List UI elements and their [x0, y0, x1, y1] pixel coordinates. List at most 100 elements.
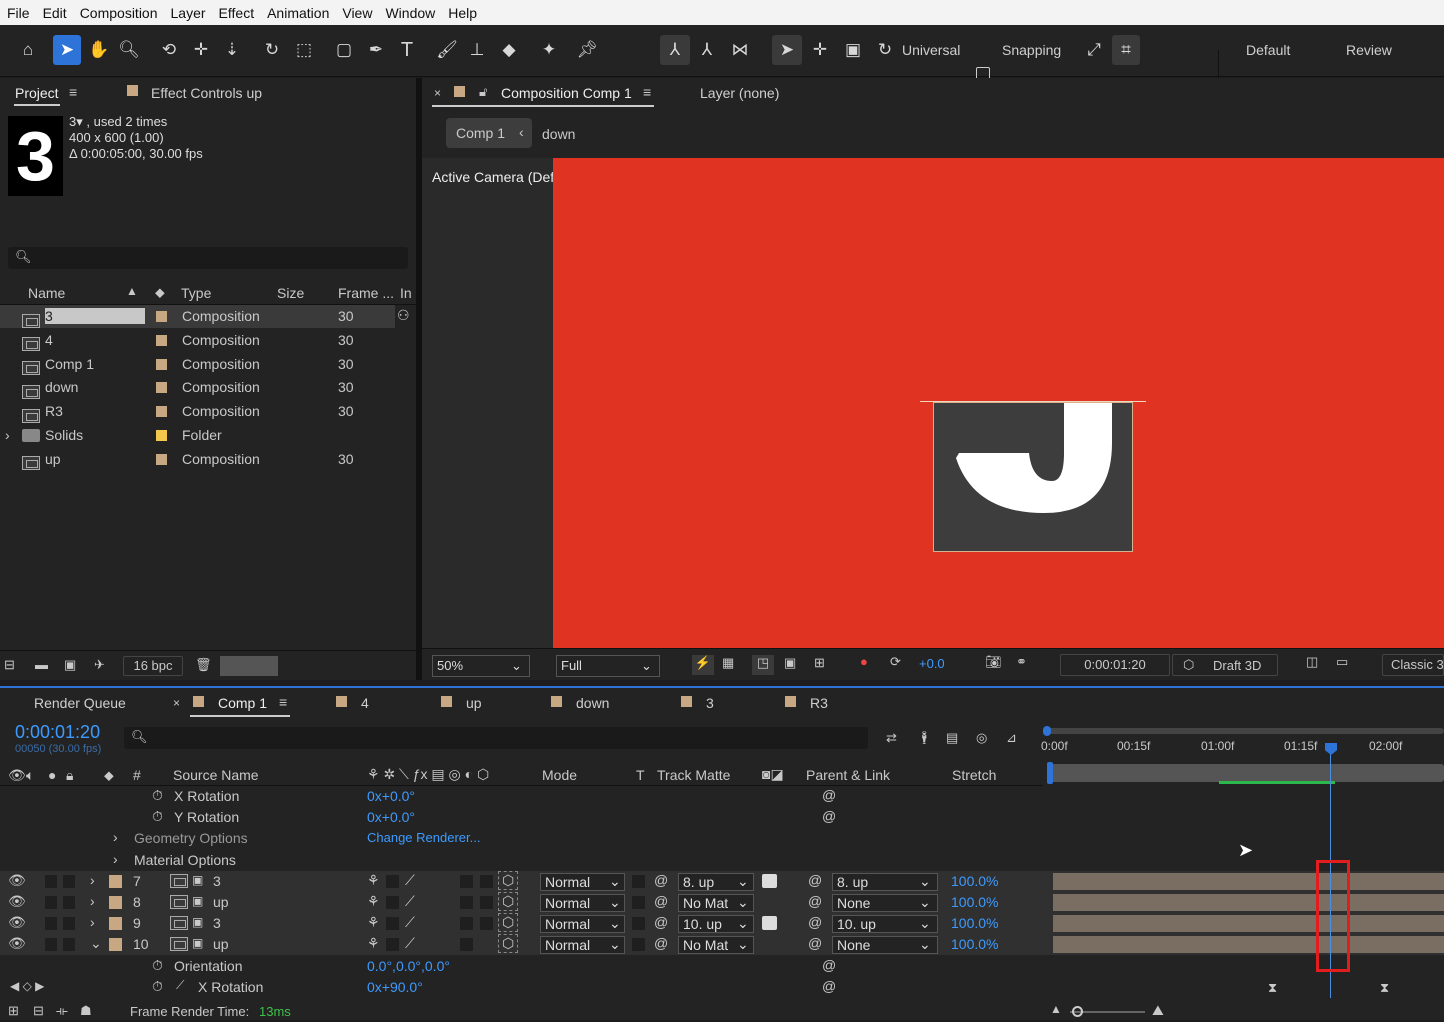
- renderer-dropdown[interactable]: Classic 3D: [1382, 654, 1444, 676]
- label-swatch[interactable]: [156, 453, 167, 465]
- mode-dropdown[interactable]: Normal ⌄: [540, 872, 625, 891]
- label-swatch[interactable]: [156, 358, 167, 370]
- shy-switch-icon[interactable]: ⚘: [367, 893, 380, 910]
- comp-usage-info[interactable]: 3▾ , used 2 times: [69, 114, 203, 130]
- quality-switch-icon[interactable]: ⟋: [405, 872, 415, 889]
- label-tag-icon[interactable]: ⬥: [155, 284, 165, 301]
- shy-switch-icon[interactable]: ⚘: [367, 935, 380, 952]
- preserve-transparency-box[interactable]: [632, 917, 645, 931]
- label-swatch[interactable]: [109, 938, 122, 952]
- lock-box[interactable]: [63, 938, 75, 952]
- property-value[interactable]: 0x+0.0°: [367, 809, 415, 825]
- col-stretch[interactable]: Stretch: [952, 767, 996, 783]
- layer-row[interactable]: 👁︎ › 8 ▣ up ⚘ ⟋ ⬡ Normal ⌄ @ No Mat ⌄ @ None ⌄ 100.0%: [0, 892, 1444, 913]
- layer-switches-toggle-icon[interactable]: ⊞: [8, 1003, 19, 1019]
- track-matte-dropdown[interactable]: 8. up ⌄: [678, 872, 754, 891]
- dolly-camera-icon[interactable]: ⇣: [218, 35, 246, 65]
- region-of-interest-icon[interactable]: ▣: [784, 655, 796, 671]
- snapshot-icon[interactable]: 📷︎: [985, 654, 1002, 670]
- collapse-switch[interactable]: [386, 917, 399, 931]
- comp-timecode[interactable]: 0:00:01:20: [1060, 654, 1170, 676]
- 3d-layer-icon[interactable]: ⬡: [498, 870, 519, 890]
- matte-toggle-icons[interactable]: ◙◪: [762, 766, 784, 783]
- layer-source-name[interactable]: up: [213, 894, 229, 910]
- zoom-out-icon[interactable]: ▲: [1050, 1002, 1062, 1016]
- zoom-tool-icon[interactable]: 🔍︎: [115, 35, 143, 65]
- roto-brush-icon[interactable]: ✦: [535, 35, 563, 65]
- keyframe-icon[interactable]: ⧗: [1380, 980, 1389, 996]
- 3d-layer-icon[interactable]: ⬡: [498, 913, 519, 933]
- interpret-footage-icon[interactable]: ⊟: [4, 657, 15, 673]
- collapse-switch[interactable]: [386, 896, 399, 909]
- mode-dropdown[interactable]: Normal ⌄: [540, 894, 625, 912]
- layer-source-name[interactable]: up: [213, 936, 229, 952]
- project-item[interactable]: 3 Composition 30 ⚇: [0, 305, 410, 328]
- motion-blur-switch[interactable]: [460, 874, 473, 888]
- label-swatch[interactable]: [156, 430, 167, 441]
- zoom-in-icon[interactable]: ⛰: [1152, 1002, 1164, 1019]
- stopwatch-icon[interactable]: ⏱︎: [152, 978, 163, 995]
- work-area-range-handle[interactable]: [1047, 762, 1053, 784]
- view-layout-icon[interactable]: ◫: [1306, 654, 1318, 670]
- solo-box[interactable]: [45, 896, 57, 909]
- parent-pickwhip-icon[interactable]: @: [808, 914, 822, 930]
- shy-layers-icon[interactable]: 🕴︎: [916, 730, 933, 746]
- zoom-dropdown[interactable]: 50% ⌄: [432, 655, 530, 677]
- menu-composition[interactable]: Composition: [73, 5, 164, 21]
- change-renderer-link[interactable]: Change Renderer...: [367, 830, 480, 845]
- layer-source-name[interactable]: 3: [213, 915, 221, 931]
- property-value[interactable]: 0x+0.0°: [367, 788, 415, 804]
- solo-icon[interactable]: ●: [48, 767, 56, 783]
- track-matte-dropdown[interactable]: No Mat ⌄: [678, 936, 754, 955]
- view-axis-icon[interactable]: ⋈: [726, 35, 754, 65]
- tab-4[interactable]: 4: [361, 695, 369, 711]
- current-time-display[interactable]: 0:00:01:20: [15, 722, 100, 743]
- parent-dropdown[interactable]: None ⌄: [832, 936, 938, 955]
- tab-layer[interactable]: Layer (none): [700, 85, 779, 101]
- breadcrumb-comp1[interactable]: Comp 1 ‹: [446, 118, 532, 148]
- label-swatch[interactable]: [109, 917, 122, 931]
- graph-editor-icon[interactable]: ⊿: [1006, 730, 1017, 746]
- tab-3[interactable]: 3: [706, 695, 714, 711]
- col-source-name[interactable]: Source Name: [173, 767, 259, 783]
- snap-grid-icon[interactable]: ⌗: [1112, 35, 1140, 65]
- collapse-transform-icon[interactable]: ▣: [192, 873, 203, 887]
- 3d-view-icon[interactable]: ▭: [1336, 654, 1348, 670]
- home-icon[interactable]: ⌂: [14, 35, 42, 65]
- collapse-transform-icon[interactable]: ▣: [192, 915, 203, 929]
- col-mode[interactable]: Mode: [542, 767, 577, 783]
- col-size[interactable]: Size: [277, 285, 304, 301]
- label-col-icon[interactable]: ⬥: [104, 767, 114, 784]
- chevron-right-icon[interactable]: ›: [90, 893, 95, 909]
- comp-mini-flowchart-icon[interactable]: ⇄: [886, 730, 897, 746]
- mode-dropdown[interactable]: Normal ⌄: [540, 915, 625, 934]
- chevron-right-icon[interactable]: ›: [5, 427, 10, 443]
- stretch-value[interactable]: 100.0%: [951, 894, 998, 910]
- shy-switch-icon[interactable]: ⚘: [367, 872, 380, 889]
- lock-box[interactable]: [63, 917, 75, 931]
- label-swatch[interactable]: [156, 382, 167, 394]
- lock-box[interactable]: [63, 874, 75, 888]
- transfer-controls-toggle-icon[interactable]: ⊟: [33, 1003, 44, 1019]
- 3d-layer-icon[interactable]: ⬡: [498, 934, 519, 954]
- menu-effect[interactable]: Effect: [212, 5, 261, 21]
- parent-pickwhip-icon[interactable]: @: [808, 893, 822, 909]
- stretch-value[interactable]: 100.0%: [951, 915, 998, 931]
- preserve-transparency-box[interactable]: [632, 896, 645, 909]
- eraser-tool-icon[interactable]: ◆: [495, 35, 523, 65]
- timeline-search-input[interactable]: 🔍︎: [124, 727, 868, 749]
- pickwhip-icon[interactable]: @: [654, 935, 668, 951]
- lock-box[interactable]: [63, 896, 75, 909]
- expression-pickwhip-icon[interactable]: @: [822, 787, 836, 803]
- rotate-3d-icon[interactable]: ↻: [871, 35, 899, 65]
- work-area-bar[interactable]: [1047, 728, 1444, 734]
- expression-pickwhip-icon[interactable]: @: [822, 957, 836, 973]
- collapse-transform-icon[interactable]: ▣: [192, 894, 203, 908]
- layer-duration-bar[interactable]: [1053, 936, 1444, 954]
- label-swatch[interactable]: [156, 406, 167, 418]
- show-snapshot-icon[interactable]: ⚭: [1016, 654, 1027, 670]
- menu-file[interactable]: File: [0, 5, 36, 21]
- layer-duration-bar[interactable]: [1053, 894, 1444, 911]
- adjustment-switch[interactable]: [480, 917, 493, 931]
- tab-down[interactable]: down: [576, 695, 609, 711]
